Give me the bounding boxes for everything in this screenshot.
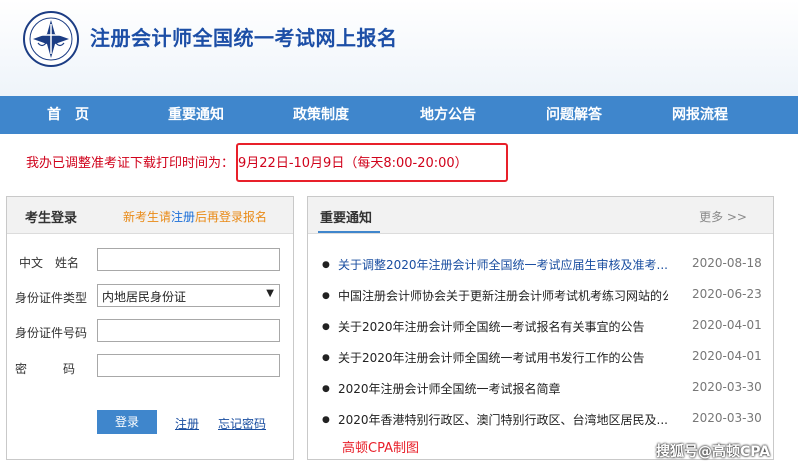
news-title-underline [318, 231, 380, 233]
news-item[interactable]: ● 中国注册会计师协会关于更新注册会计师考试机考练习网站的公... 2020-0… [316, 287, 766, 307]
news-title: 重要通知 [320, 211, 373, 226]
news-item-date: 2020-03-30 [692, 411, 762, 425]
id-type-value: 内地居民身份证 [102, 290, 187, 304]
news-item-date: 2020-04-01 [692, 318, 762, 332]
id-number-label: 身份证件号码 [15, 326, 88, 340]
chevron-down-icon: ▼ [266, 288, 274, 299]
bullet-icon: ● [322, 353, 330, 363]
news-item-date: 2020-04-01 [692, 349, 762, 363]
site-title: 注册会计师全国统一考试网上报名 [90, 26, 398, 50]
image-credit: 高顿CPA制图 [342, 441, 419, 456]
password-label: 密 码 [15, 362, 76, 376]
news-item-title[interactable]: 关于2020年注册会计师全国统一考试用书发行工作的公告 [338, 349, 668, 366]
news-item-date: 2020-06-23 [692, 287, 762, 301]
login-title: 考生登录 [25, 211, 78, 226]
notice-prefix: 我办已调整准考证下载打印时间为： [26, 156, 235, 171]
id-type-label: 身份证件类型 [15, 291, 88, 305]
news-item-title[interactable]: 关于2020年注册会计师全国统一考试报名有关事宜的公告 [338, 318, 668, 335]
nav-policies[interactable]: 政策制度 [266, 96, 376, 134]
id-number-input[interactable] [97, 319, 280, 342]
name-input[interactable] [97, 248, 280, 271]
tip-prefix: 新考生请 [123, 210, 172, 224]
cicpa-logo-icon [23, 11, 79, 67]
login-header: 考生登录 新考生请注册后再登录报名 [7, 197, 293, 234]
news-panel: 重要通知 更多 >> ● 关于调整2020年注册会计师全国统一考试应届生审核及准… [307, 196, 774, 460]
register-link[interactable]: 注册 [175, 415, 199, 432]
bullet-icon: ● [322, 260, 330, 270]
name-label: 中文 姓名 [19, 256, 80, 270]
main-navbar: 首 页 重要通知 政策制度 地方公告 问题解答 网报流程 [0, 96, 798, 134]
nav-faq[interactable]: 问题解答 [519, 96, 629, 134]
news-item-date: 2020-08-18 [692, 256, 762, 270]
password-input[interactable] [97, 354, 280, 377]
news-item-date: 2020-03-30 [692, 380, 762, 394]
news-item-title[interactable]: 2020年注册会计师全国统一考试报名简章 [338, 380, 668, 397]
news-item[interactable]: ● 关于2020年注册会计师全国统一考试用书发行工作的公告 2020-04-01 [316, 349, 766, 369]
more-link[interactable]: 更多 >> [699, 208, 747, 225]
bullet-icon: ● [322, 291, 330, 301]
news-item[interactable]: ● 2020年香港特别行政区、澳门特别行政区、台湾地区居民及... 2020-0… [316, 411, 766, 431]
login-button[interactable]: 登录 [97, 410, 157, 434]
tip-suffix: 后再登录报名 [195, 210, 268, 224]
new-user-tip: 新考生请注册后再登录报名 [123, 208, 267, 225]
nav-important-notices[interactable]: 重要通知 [141, 96, 251, 134]
page-header: 注册会计师全国统一考试网上报名 [0, 0, 798, 96]
nav-registration-process[interactable]: 网报流程 [645, 96, 755, 134]
nav-home[interactable]: 首 页 [13, 96, 123, 134]
tip-register-link[interactable]: 注册 [171, 210, 195, 224]
news-item-title[interactable]: 中国注册会计师协会关于更新注册会计师考试机考练习网站的公... [338, 287, 668, 304]
nav-local-announcements[interactable]: 地方公告 [393, 96, 503, 134]
login-panel: 考生登录 新考生请注册后再登录报名 中文 姓名 身份证件类型 内地居民身份证 ▼… [6, 196, 294, 460]
news-item-title[interactable]: 2020年香港特别行政区、澳门特别行政区、台湾地区居民及... [338, 411, 668, 428]
watermark: 搜狐号@高顿CPA [656, 444, 771, 460]
news-item[interactable]: ● 关于2020年注册会计师全国统一考试报名有关事宜的公告 2020-04-01 [316, 318, 766, 338]
bullet-icon: ● [322, 384, 330, 394]
id-type-select[interactable]: 内地居民身份证 ▼ [97, 284, 280, 307]
news-item[interactable]: ● 2020年注册会计师全国统一考试报名简章 2020-03-30 [316, 380, 766, 400]
news-item[interactable]: ● 关于调整2020年注册会计师全国统一考试应届生审核及准考... 2020-0… [316, 256, 766, 276]
bullet-icon: ● [322, 322, 330, 332]
bullet-icon: ● [322, 415, 330, 425]
forgot-password-link[interactable]: 忘记密码 [218, 415, 266, 432]
news-header: 重要通知 更多 >> [308, 197, 773, 234]
notice-highlight-box [236, 143, 508, 182]
news-item-title[interactable]: 关于调整2020年注册会计师全国统一考试应届生审核及准考... [338, 256, 668, 273]
